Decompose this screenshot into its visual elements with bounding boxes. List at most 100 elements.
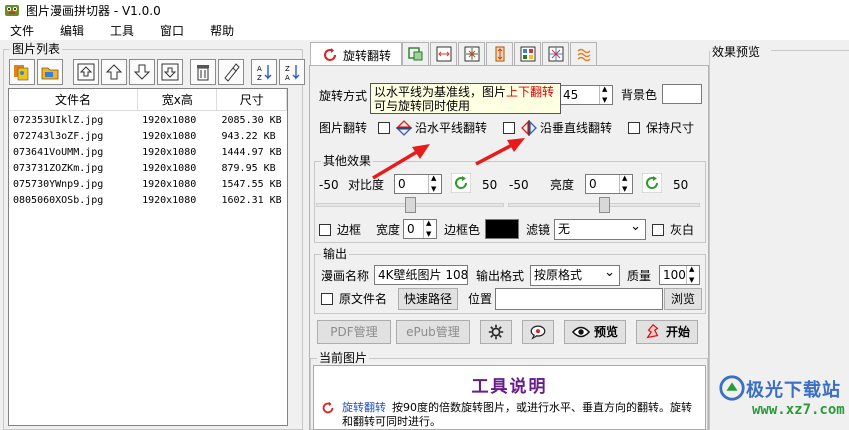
add-folder-button[interactable] bbox=[37, 59, 63, 85]
image-flip-label: 图片翻转 bbox=[319, 121, 368, 135]
add-images-button[interactable] bbox=[9, 59, 35, 85]
brightness-reset-icon[interactable] bbox=[642, 173, 662, 193]
flip-vertical-checkbox[interactable] bbox=[503, 122, 515, 134]
preview-divider bbox=[771, 50, 849, 51]
output-format-select[interactable]: 按原格式 bbox=[530, 263, 620, 286]
contrast-slider-thumb[interactable] bbox=[404, 197, 416, 213]
comic-name-input[interactable]: 4K壁纸图片 1080 bbox=[374, 265, 468, 285]
row-dimensions: 1920x1080 bbox=[142, 163, 197, 174]
rotate-icon bbox=[322, 401, 334, 414]
menu-help[interactable]: 帮助 bbox=[197, 22, 247, 39]
other-effects-title: 其他效果 bbox=[321, 154, 374, 168]
move-top-button[interactable] bbox=[73, 59, 99, 85]
sort-desc-button[interactable]: ZA bbox=[279, 59, 305, 85]
brightness-min-label: -50 bbox=[509, 178, 529, 192]
table-row[interactable]: 072743l3oZF.jpg 1920x1080 943.22 KB bbox=[9, 129, 287, 145]
settings-button[interactable] bbox=[480, 320, 512, 344]
start-button[interactable]: 开始 bbox=[636, 320, 698, 344]
chat-bubble-icon bbox=[530, 325, 546, 340]
contrast-reset-icon[interactable] bbox=[451, 173, 471, 193]
flip-horizontal-label: 沿水平线翻转 bbox=[415, 121, 488, 135]
contrast-spinner[interactable] bbox=[428, 175, 441, 193]
pdf-manage-button[interactable]: PDF管理 bbox=[317, 320, 391, 344]
move-up-button[interactable] bbox=[101, 59, 127, 85]
browse-button[interactable]: 浏览 bbox=[664, 288, 702, 310]
tool-description-panel: 工具说明 旋转翻转 按90度的倍数旋转图片，或进行水平、垂直方向的翻转。旋转和翻转… bbox=[313, 365, 706, 430]
comic-name-value: 4K壁纸图片 1080 bbox=[378, 268, 468, 282]
contrast-input[interactable]: 0 bbox=[394, 174, 442, 194]
border-width-input[interactable]: 0 bbox=[403, 219, 437, 239]
rotate-angle-spinner[interactable] bbox=[599, 86, 612, 104]
tooltip-highlight: 上下翻转 bbox=[506, 85, 555, 99]
tab-merge[interactable] bbox=[514, 42, 541, 66]
menu-file[interactable]: 文件 bbox=[0, 22, 47, 39]
broom-icon bbox=[224, 63, 240, 82]
tool-description-body: 按90度的倍数旋转图片，或进行水平、垂直方向的翻转。旋转和翻转可同时进行。 bbox=[342, 401, 692, 428]
border-width-label: 宽度 bbox=[376, 223, 401, 237]
table-row[interactable]: 075730YWnp9.jpg 1920x1080 1547.55 KB bbox=[9, 177, 287, 193]
epub-manage-button[interactable]: ePub管理 bbox=[396, 320, 470, 344]
border-color-swatch[interactable] bbox=[485, 219, 519, 239]
tab-crop[interactable] bbox=[402, 42, 429, 66]
tab-layout[interactable] bbox=[542, 42, 569, 66]
row-dimensions: 1920x1080 bbox=[142, 115, 197, 126]
rotate-angle-input[interactable]: 45 bbox=[560, 85, 613, 105]
grayscale-checkbox[interactable] bbox=[652, 224, 664, 236]
row-filename: 073731ZOZKm.jpg bbox=[13, 163, 104, 174]
column-header-filename[interactable]: 文件名 bbox=[9, 89, 139, 110]
flip-horizontal-checkbox[interactable] bbox=[378, 122, 390, 134]
preview-button[interactable]: 预览 bbox=[564, 320, 626, 344]
feedback-button[interactable] bbox=[522, 320, 554, 344]
brightness-spinner[interactable] bbox=[619, 175, 632, 193]
delete-button[interactable] bbox=[190, 59, 216, 85]
table-row[interactable]: 072353UIklZ.jpg 1920x1080 2085.30 KB bbox=[9, 113, 287, 129]
menu-edit[interactable]: 编辑 bbox=[47, 22, 97, 39]
gear-icon bbox=[488, 324, 504, 340]
move-bottom-button[interactable] bbox=[157, 59, 183, 85]
svg-text:Z: Z bbox=[257, 74, 262, 82]
grayscale-label: 灰白 bbox=[670, 223, 695, 237]
keep-size-checkbox[interactable] bbox=[628, 122, 640, 134]
filter-select[interactable]: 无 bbox=[554, 217, 646, 240]
svg-text:A: A bbox=[257, 65, 262, 73]
tab-rotate-flip[interactable]: 旋转翻转 bbox=[310, 42, 402, 67]
tool-description-text: 旋转翻转 按90度的倍数旋转图片，或进行水平、垂直方向的翻转。旋转和翻转可同时进行… bbox=[342, 401, 702, 429]
sort-asc-button[interactable]: AZ bbox=[251, 59, 277, 85]
menu-window[interactable]: 窗口 bbox=[147, 22, 197, 39]
original-filename-checkbox[interactable] bbox=[321, 293, 333, 305]
row-size: 943.22 KB bbox=[221, 131, 276, 142]
table-row[interactable]: 073641VoUMM.jpg 1920x1080 1444.97 KB bbox=[9, 145, 287, 161]
brightness-input[interactable]: 0 bbox=[585, 174, 633, 194]
tab-split-vertical[interactable] bbox=[486, 42, 513, 66]
brightness-value: 0 bbox=[589, 177, 597, 191]
column-header-size[interactable]: 尺寸 bbox=[217, 89, 287, 110]
quick-path-button[interactable]: 快速路径 bbox=[398, 288, 458, 310]
image-file-list[interactable]: 文件名 宽x高 尺寸 072353UIklZ.jpg 1920x1080 2085.… bbox=[8, 88, 288, 426]
border-checkbox[interactable] bbox=[319, 224, 331, 236]
move-down-button[interactable] bbox=[129, 59, 155, 85]
brightness-slider-thumb[interactable] bbox=[598, 197, 610, 213]
menu-tools[interactable]: 工具 bbox=[97, 22, 147, 39]
location-label: 位置 bbox=[468, 292, 493, 306]
menu-bar: 文件 编辑 工具 窗口 帮助 bbox=[0, 20, 849, 40]
table-row[interactable]: 0805060XOSb.jpg 1920x1080 1602.31 KB bbox=[9, 193, 287, 209]
column-header-dimensions[interactable]: 宽x高 bbox=[138, 89, 218, 110]
clear-button[interactable] bbox=[218, 59, 244, 85]
border-width-spinner[interactable] bbox=[423, 220, 436, 238]
tab-split-horizontal[interactable] bbox=[430, 42, 457, 66]
background-color-swatch[interactable] bbox=[662, 84, 702, 104]
tab-split-grid[interactable] bbox=[458, 42, 485, 66]
quality-spinner[interactable] bbox=[686, 266, 699, 284]
start-icon bbox=[646, 323, 659, 339]
title-bar: 图片漫画拼切器 - V1.0.0 bbox=[0, 0, 849, 20]
move-top-icon bbox=[77, 63, 95, 81]
current-image-title: 当前图片 bbox=[317, 351, 370, 365]
preview-button-label: 预览 bbox=[593, 325, 618, 339]
row-dimensions: 1920x1080 bbox=[142, 179, 197, 190]
quality-input[interactable]: 100 bbox=[659, 265, 700, 285]
flip-vertical-icon bbox=[521, 120, 537, 136]
location-input[interactable] bbox=[495, 288, 663, 310]
tab-watermark[interactable] bbox=[570, 42, 597, 66]
move-bottom-icon bbox=[161, 63, 179, 81]
table-row[interactable]: 073731ZOZKm.jpg 1920x1080 879.95 KB bbox=[9, 161, 287, 177]
